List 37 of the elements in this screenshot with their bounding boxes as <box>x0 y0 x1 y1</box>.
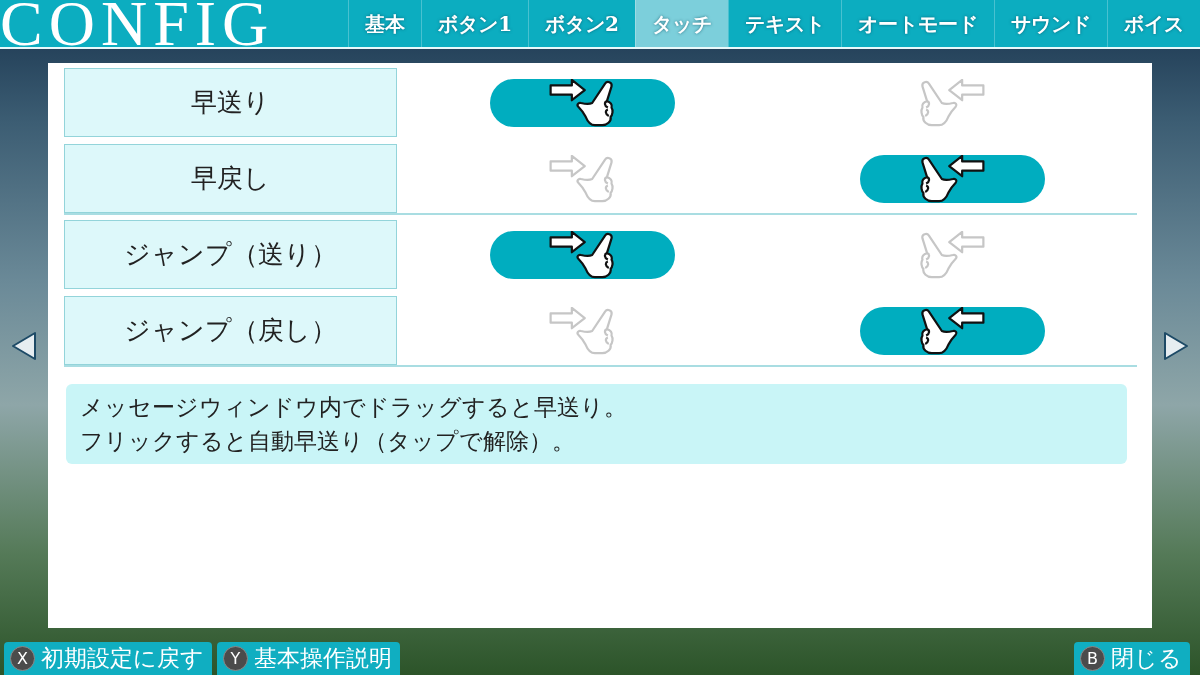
button-label: 基本操作説明 <box>254 644 392 674</box>
tab[interactable]: ボイス <box>1107 0 1200 47</box>
tab[interactable]: タッチ <box>635 0 728 47</box>
tab[interactable]: ボタン1 <box>421 0 529 47</box>
tab[interactable]: オートモード <box>841 0 994 47</box>
key-hint: Y <box>223 646 248 671</box>
gesture-option-button[interactable] <box>859 306 1045 355</box>
button-label: 閉じる <box>1111 644 1182 674</box>
hand-swipe-right-icon <box>547 306 617 355</box>
setting-label: 早送り <box>64 68 397 137</box>
hand-swipe-left-icon <box>917 306 987 355</box>
setting-label: 早戻し <box>64 144 397 213</box>
hand-swipe-left-icon <box>917 230 987 279</box>
hand-swipe-left-icon <box>917 78 987 127</box>
tab[interactable]: サウンド <box>994 0 1107 47</box>
hand-swipe-right-icon <box>547 230 617 279</box>
gesture-option-button[interactable] <box>489 78 675 127</box>
hand-swipe-right-icon <box>547 154 617 203</box>
help-text-line: メッセージウィンドウ内でドラッグすると早送り。 <box>80 393 628 422</box>
hand-swipe-left-icon <box>917 154 987 203</box>
tab[interactable]: 基本 <box>348 0 422 47</box>
screen-title: CONFIG <box>0 0 275 47</box>
reset-defaults-button[interactable]: X 初期設定に戻す <box>4 642 212 675</box>
help-text-line: フリックすると自動早送り（タップで解除）。 <box>80 427 576 456</box>
gesture-option-button[interactable] <box>859 154 1045 203</box>
close-button[interactable]: B 閉じる <box>1074 642 1190 675</box>
tab[interactable]: テキスト <box>728 0 841 47</box>
controls-guide-button[interactable]: Y 基本操作説明 <box>217 642 400 675</box>
previous-arrow-icon[interactable] <box>11 330 37 361</box>
key-hint: B <box>1080 646 1105 671</box>
button-label: 初期設定に戻す <box>41 644 204 674</box>
setting-label: ジャンプ（戻し） <box>64 296 397 365</box>
setting-label: ジャンプ（送り） <box>64 220 397 289</box>
hand-swipe-right-icon <box>547 78 617 127</box>
key-hint: X <box>10 646 35 671</box>
gesture-option-button[interactable] <box>489 230 675 279</box>
next-arrow-icon[interactable] <box>1163 330 1189 361</box>
